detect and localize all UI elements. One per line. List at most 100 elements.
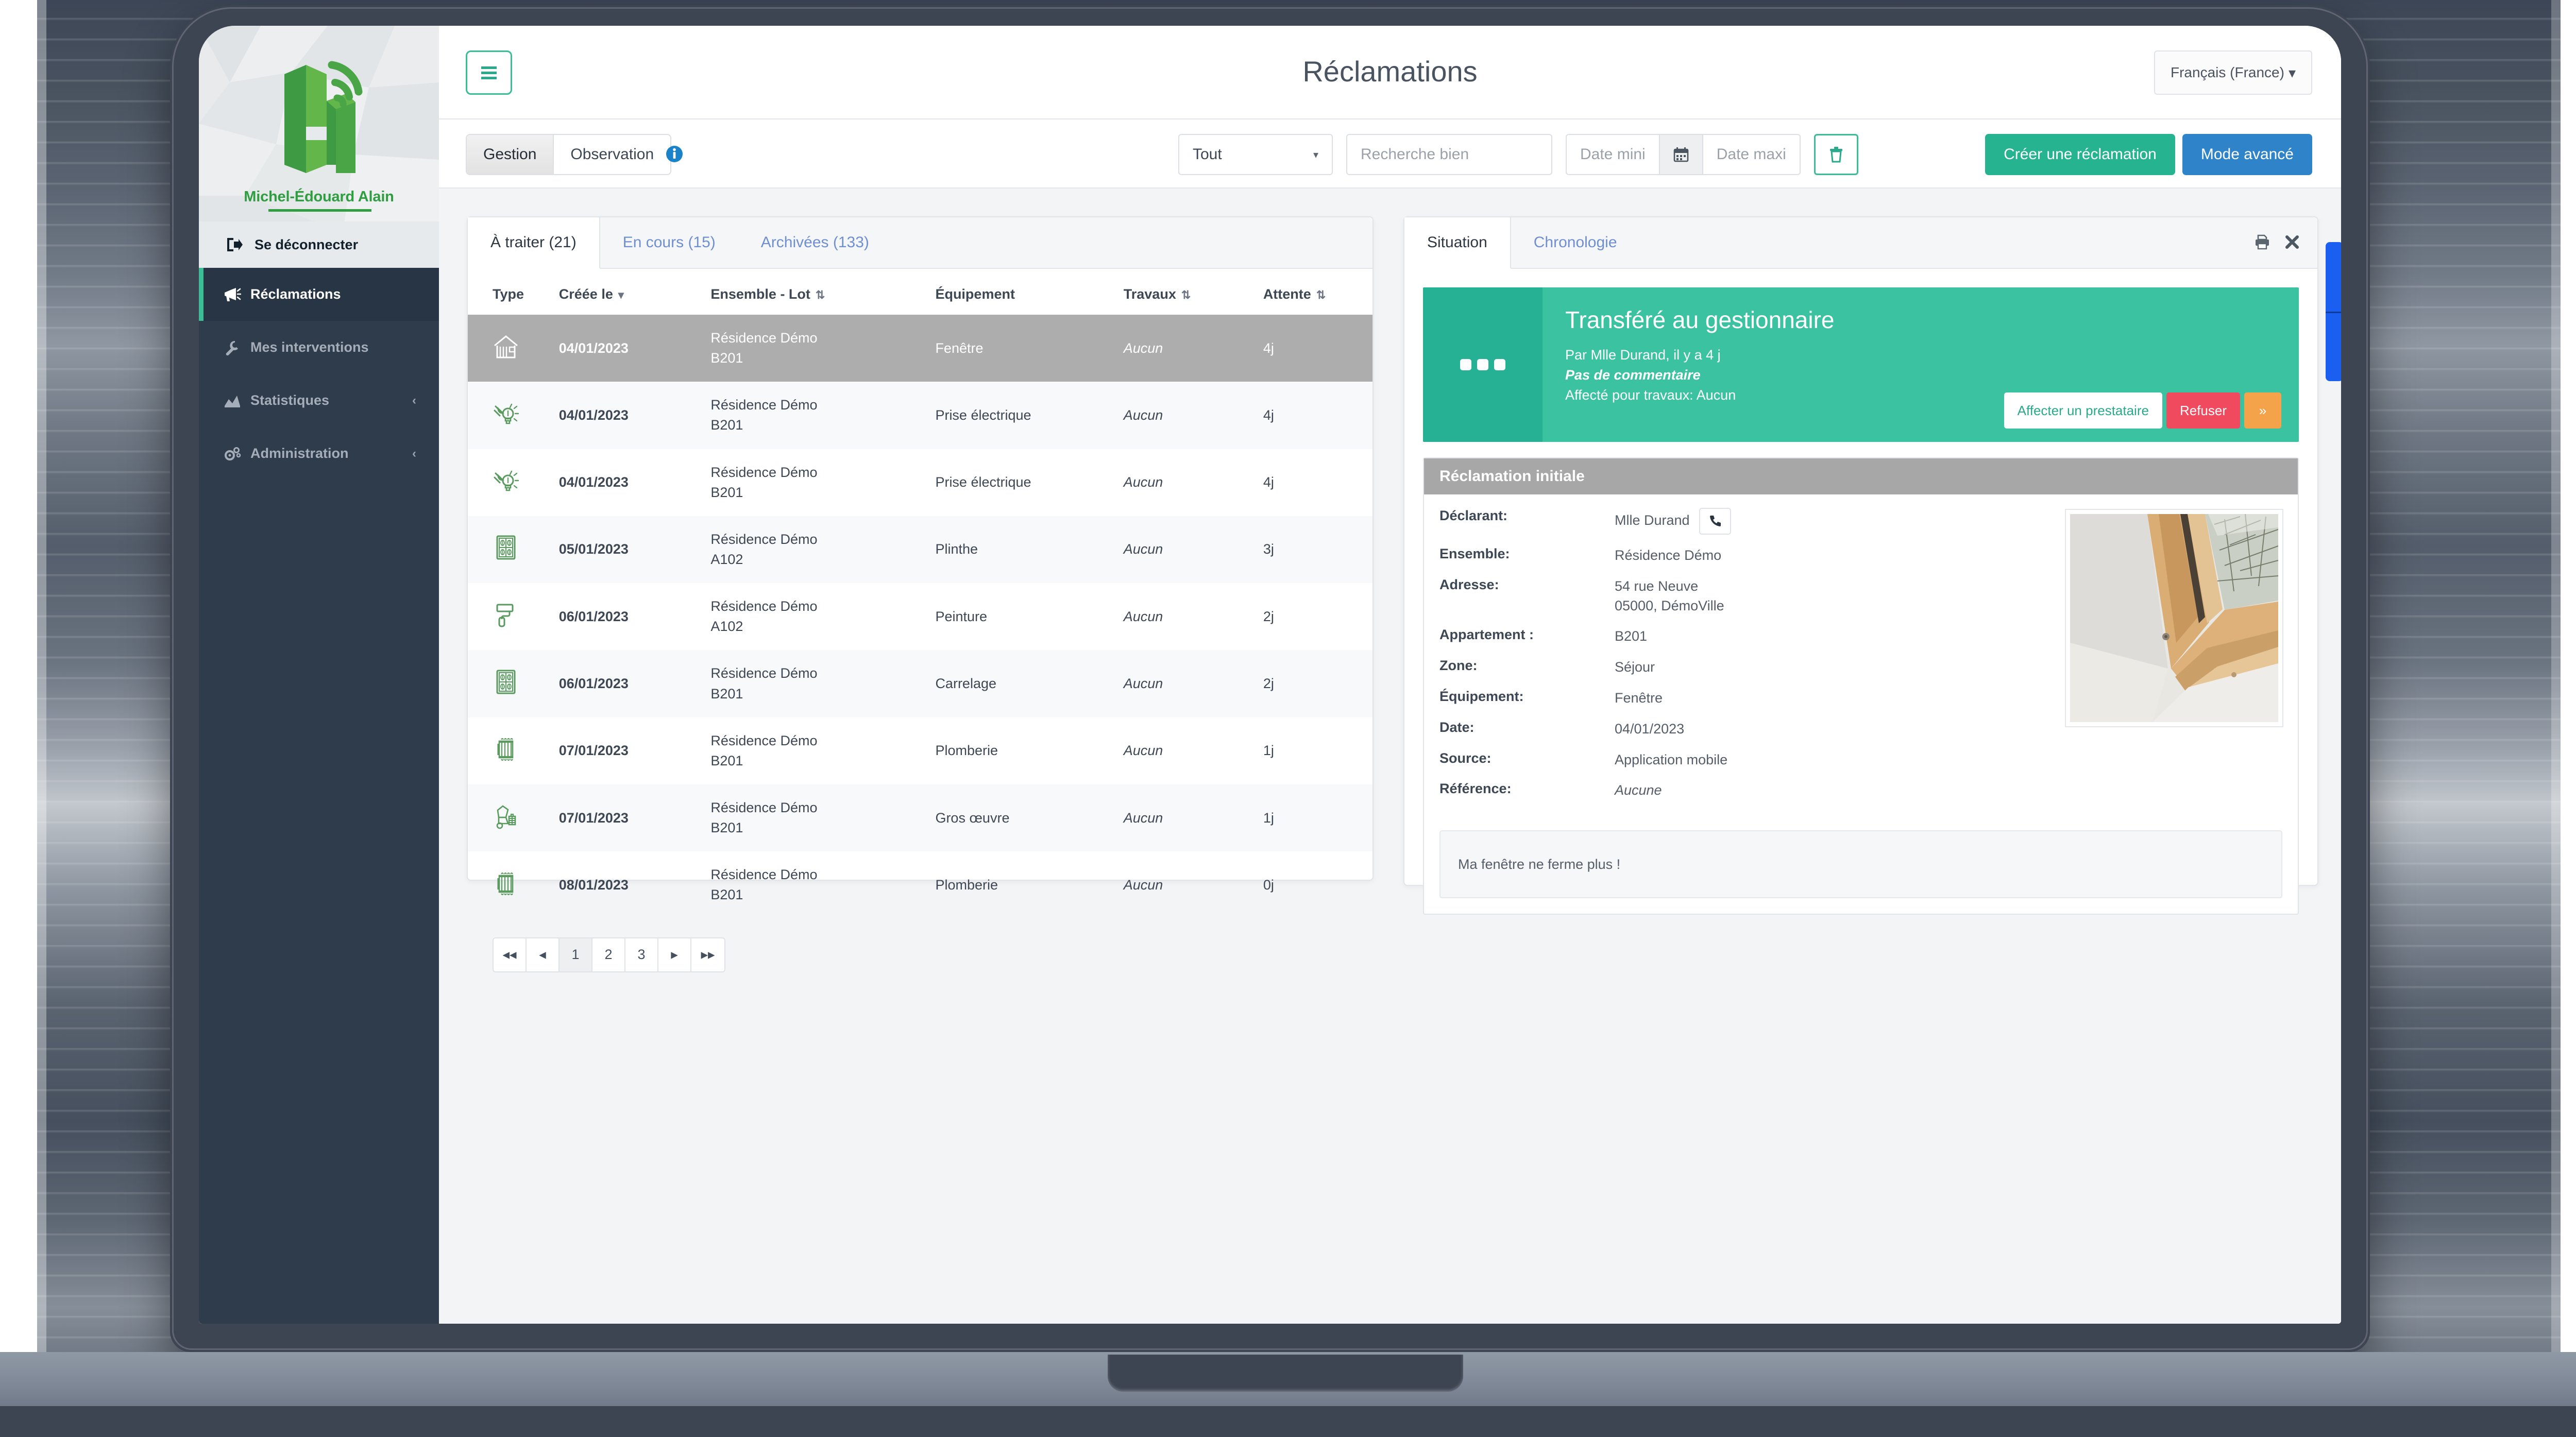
roller-icon (493, 604, 519, 631)
row-ensemble: Résidence Démo B201 (710, 330, 818, 366)
sidebar-item-administration[interactable]: Administration ‹ (199, 427, 439, 480)
column-header-ensemble[interactable]: Ensemble - Lot ⇅ (710, 269, 935, 315)
row-ensemble: Résidence Démo B201 (710, 665, 818, 702)
table-row[interactable]: 04/01/2023 Résidence Démo B201 Prise électr… (468, 382, 1372, 449)
row-type-icon-cell (468, 851, 559, 918)
search-input[interactable]: Recherche bien (1346, 134, 1552, 175)
ellipsis-icon (1460, 359, 1505, 370)
phone-icon[interactable] (1699, 508, 1731, 535)
table-row[interactable]: 04/01/2023 Résidence Démo B201 Prise électr… (468, 449, 1372, 516)
house-icon (493, 335, 519, 363)
chevron-left-icon: ‹ (412, 446, 416, 460)
row-date: 07/01/2023 (558, 810, 629, 826)
row-date: 06/01/2023 (558, 608, 629, 624)
status-comment: Pas de commentaire (1565, 367, 1701, 383)
sidebar-item-reclamations[interactable]: Réclamations (199, 268, 439, 321)
row-type-icon-cell (468, 315, 559, 382)
pagination-button[interactable]: ◂◂ (494, 938, 527, 971)
pagination-button[interactable]: ▸▸ (691, 938, 724, 971)
detail-field-row: Référence: Aucune (1439, 781, 2056, 800)
row-travaux: Aucun (1123, 810, 1163, 826)
row-travaux: Aucun (1123, 407, 1163, 423)
detail-field-label: Déclarant: (1439, 508, 1508, 523)
column-header-equipement[interactable]: Équipement (935, 269, 1123, 315)
column-header-creee-le[interactable]: Créée le ▾ (559, 269, 711, 315)
row-equipement: Prise électrique (935, 474, 1031, 490)
table-row[interactable]: 07/01/2023 Résidence Démo B201 Gros œuvre Au… (468, 784, 1372, 852)
pagination-button[interactable]: 1 (560, 938, 592, 971)
logout-button[interactable]: Se déconnecter (199, 221, 439, 268)
row-equipement: Peinture (935, 608, 988, 624)
table-header: Type Créée le ▾ Ensemble - Lot ⇅ Équipemen… (468, 269, 1372, 315)
row-ensemble: Résidence Démo B201 (710, 799, 818, 836)
table-row[interactable]: 07/01/2023 Résidence Démo B201 Plomberie Auc… (468, 717, 1372, 784)
detail-field-label: Source: (1439, 750, 1492, 766)
side-blue-tab[interactable] (2326, 242, 2341, 381)
sidebar-item-mes-interventions[interactable]: Mes interventions (199, 321, 439, 374)
tab-en-cours[interactable]: En cours (15) (600, 217, 738, 268)
tab-a-traiter[interactable]: À traiter (21) (468, 217, 600, 269)
column-header-type[interactable]: Type (468, 269, 559, 315)
language-label: Français (France) (2171, 64, 2284, 80)
row-type-icon-cell (468, 449, 559, 516)
app-logo (199, 44, 439, 186)
detail-field-label: Équipement: (1439, 688, 1524, 704)
date-min-input[interactable]: Date mini (1567, 135, 1659, 174)
filter-select[interactable]: Tout ▾ (1178, 134, 1333, 175)
detail-field-value: B201 (1615, 628, 1648, 644)
row-equipement: Gros œuvre (935, 810, 1010, 826)
pagination-button[interactable]: 3 (625, 938, 658, 971)
language-selector[interactable]: Français (France) ▾ (2154, 50, 2312, 95)
sidebar-item-label: Statistiques (250, 392, 330, 408)
detail-field-label: Référence: (1439, 781, 1512, 797)
row-type-icon-cell (468, 583, 559, 650)
create-reclamation-button[interactable]: Créer une réclamation (1985, 134, 2175, 175)
sidebar-item-statistiques[interactable]: Statistiques ‹ (199, 374, 439, 427)
tab-observation[interactable]: Observation (554, 135, 670, 174)
table-row[interactable]: 05/01/2023 Résidence Démo A102 Plinthe Aucun… (468, 516, 1372, 584)
reclamation-detail-panel: Situation Chronologie Transféré au gesti… (1403, 216, 2318, 915)
calendar-icon[interactable] (1658, 135, 1703, 174)
row-type-icon-cell (468, 650, 559, 717)
detail-field-row: Date: 04/01/2023 (1439, 720, 2056, 739)
table-row[interactable]: 04/01/2023 Résidence Démo B201 Fenêtre Aucun… (468, 315, 1372, 382)
row-equipement: Prise électrique (935, 407, 1031, 423)
claim-comment-text: Ma fenêtre ne ferme plus ! (1458, 856, 1621, 872)
advanced-mode-button[interactable]: Mode avancé (2182, 134, 2312, 175)
pagination-button[interactable]: ◂ (527, 938, 560, 971)
clear-filters-button[interactable] (1814, 134, 1858, 175)
tab-archivees[interactable]: Archivées (133) (738, 217, 892, 268)
assign-provider-button[interactable]: Affecter un prestataire (2004, 392, 2162, 429)
detail-field-value: Mlle Durand (1615, 508, 1731, 535)
tab-chronologie[interactable]: Chronologie (1511, 217, 1640, 268)
forward-button[interactable]: » (2244, 392, 2281, 429)
content-area: Réclamations Français (France) ▾ Gestion… (439, 26, 2341, 1324)
detail-field-label: Adresse: (1439, 576, 1499, 592)
tab-situation[interactable]: Situation (1404, 217, 1511, 269)
pagination-button[interactable]: 2 (592, 938, 625, 971)
row-type-icon-cell (468, 516, 559, 583)
column-header-attente[interactable]: Attente ⇅ (1263, 269, 1372, 315)
detail-field-label: Ensemble: (1439, 546, 1510, 561)
side-tab-divider (2326, 312, 2341, 313)
page-title: Réclamations (1302, 55, 1478, 88)
sort-icon: ⇅ (1181, 288, 1191, 301)
detail-field-value: Application mobile (1615, 751, 1728, 767)
date-max-input[interactable]: Date maxi (1703, 135, 1800, 174)
pagination: ◂◂ ◂ 1 2 3 ▸ ▸▸ (493, 937, 725, 972)
tab-gestion[interactable]: Gestion (467, 135, 554, 174)
close-icon[interactable] (2284, 234, 2300, 252)
table-row[interactable]: 08/01/2023 Résidence Démo B201 Plomberie Auc… (468, 851, 1372, 918)
refuse-button[interactable]: Refuser (2166, 392, 2240, 429)
row-attente: 4j (1263, 407, 1274, 423)
info-icon[interactable] (666, 145, 683, 165)
column-header-travaux[interactable]: Travaux ⇅ (1124, 269, 1263, 315)
mode-segmented-control: Gestion Observation (466, 134, 672, 175)
photo-fenetre-toit (2070, 514, 2278, 722)
row-travaux: Aucun (1123, 743, 1163, 759)
claim-photo[interactable] (2066, 510, 2282, 726)
table-row[interactable]: 06/01/2023 Résidence Démo A102 Peinture Aucu… (468, 583, 1372, 650)
pagination-button[interactable]: ▸ (658, 938, 691, 971)
table-row[interactable]: 06/01/2023 Résidence Démo B201 Carrelage Auc… (468, 650, 1372, 717)
print-icon[interactable] (2253, 233, 2271, 253)
